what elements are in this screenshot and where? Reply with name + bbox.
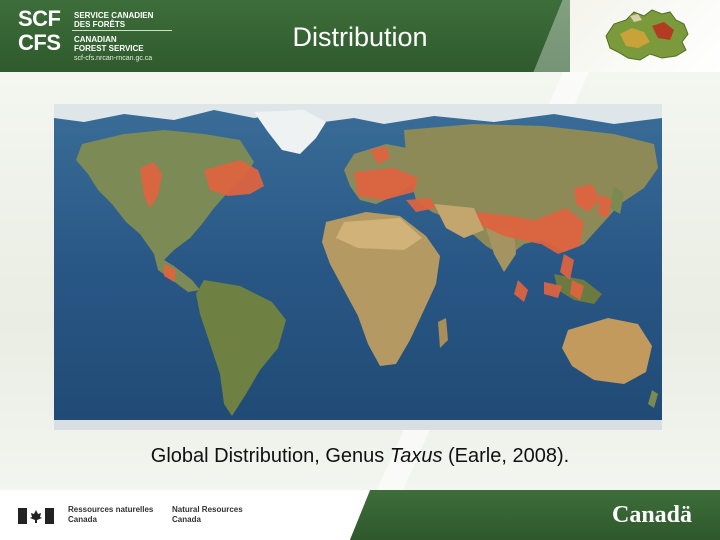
logo-url: scf-cfs.nrcan-rncan.gc.ca	[74, 55, 153, 62]
nrcan-name-en: Natural Resources Canada	[172, 505, 243, 525]
nrcan-name-fr: Ressources naturelles Canada	[68, 505, 153, 525]
nrcan-fr-line1: Ressources naturelles	[68, 505, 154, 514]
canada-map-thumbnail	[605, 9, 689, 61]
slide-title: Distribution	[292, 22, 428, 52]
caption-genus: Taxus	[389, 445, 443, 467]
nrcan-en-line2: Canada	[172, 515, 201, 524]
figure-caption: Global Distribution, Genus Taxus (Earle,…	[60, 445, 660, 468]
logo-text-fr-1: SERVICE CANADIEN	[74, 11, 154, 20]
world-distribution-map	[54, 104, 662, 430]
logo-text-fr-2: DES FORÊTS	[74, 20, 126, 29]
logo-divider	[72, 30, 172, 31]
caption-suffix: (Earle, 2008).	[442, 445, 570, 467]
cfs-logo: SCF SERVICE CANADIEN DES FORÊTS CFS CANA…	[18, 8, 178, 64]
antarctica	[54, 420, 662, 430]
logo-acronym-fr: SCF	[18, 6, 61, 31]
logo-text-en-2: FOREST SERVICE	[74, 44, 144, 53]
slide-number: 7	[350, 511, 356, 522]
nrcan-fr-line2: Canada	[68, 515, 97, 524]
caption-prefix: Global Distribution, Genus	[150, 445, 390, 467]
nrcan-en-line1: Natural Resources	[172, 505, 243, 514]
logo-acronym-en: CFS	[18, 30, 61, 55]
logo-text-en-1: CANADIAN	[74, 35, 117, 44]
canada-flag-icon	[18, 508, 54, 524]
canada-wordmark: Canadä	[612, 502, 693, 528]
